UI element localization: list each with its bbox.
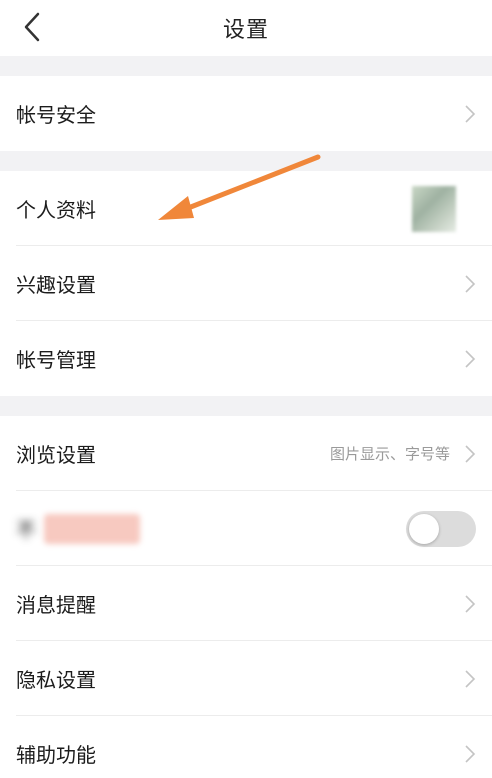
toggle-knob <box>409 513 439 544</box>
avatar <box>412 185 456 232</box>
row-label: 浏览设置 <box>16 443 96 467</box>
row-label: 帐号管理 <box>16 348 96 372</box>
chevron-right-icon <box>465 274 476 293</box>
row-personal-info[interactable]: 个人资料 <box>0 171 492 246</box>
chevron-right-icon <box>465 104 476 123</box>
settings-page: 设置 帐号安全 个人资料 兴趣设置 帐号管理 浏览设置 图片显示、字号等 不 消… <box>0 0 492 778</box>
row-label: 个人资料 <box>16 198 96 222</box>
row-browse-settings[interactable]: 浏览设置 图片显示、字号等 <box>0 416 492 491</box>
row-accessibility[interactable]: 辅助功能 <box>0 716 492 778</box>
row-label: 隐私设置 <box>16 668 96 692</box>
blurred-label: 不 <box>16 513 140 544</box>
chevron-right-icon <box>465 594 476 613</box>
row-notification[interactable]: 消息提醒 <box>0 566 492 641</box>
row-interest-settings[interactable]: 兴趣设置 <box>0 246 492 321</box>
section-gap <box>0 396 492 416</box>
row-blurred-toggle: 不 <box>0 491 492 566</box>
row-label: 辅助功能 <box>16 743 96 767</box>
row-label: 不 <box>16 518 36 542</box>
chevron-right-icon <box>465 744 476 763</box>
nav-bar: 设置 <box>0 0 492 56</box>
chevron-right-icon <box>465 349 476 368</box>
row-label: 消息提醒 <box>16 593 96 617</box>
row-label: 兴趣设置 <box>16 273 96 297</box>
page-title: 设置 <box>222 18 269 43</box>
row-account-management[interactable]: 帐号管理 <box>0 321 492 396</box>
row-hint: 图片显示、字号等 <box>329 445 450 463</box>
section-gap <box>0 56 492 76</box>
row-account-security[interactable]: 帐号安全 <box>0 76 492 151</box>
row-label: 帐号安全 <box>16 103 96 127</box>
section-gap <box>0 151 492 171</box>
blurred-highlight <box>44 513 140 544</box>
toggle-switch[interactable] <box>406 510 476 547</box>
chevron-right-icon <box>465 669 476 688</box>
row-privacy-settings[interactable]: 隐私设置 <box>0 641 492 716</box>
chevron-right-icon <box>465 444 476 463</box>
back-chevron-icon[interactable] <box>22 12 42 42</box>
